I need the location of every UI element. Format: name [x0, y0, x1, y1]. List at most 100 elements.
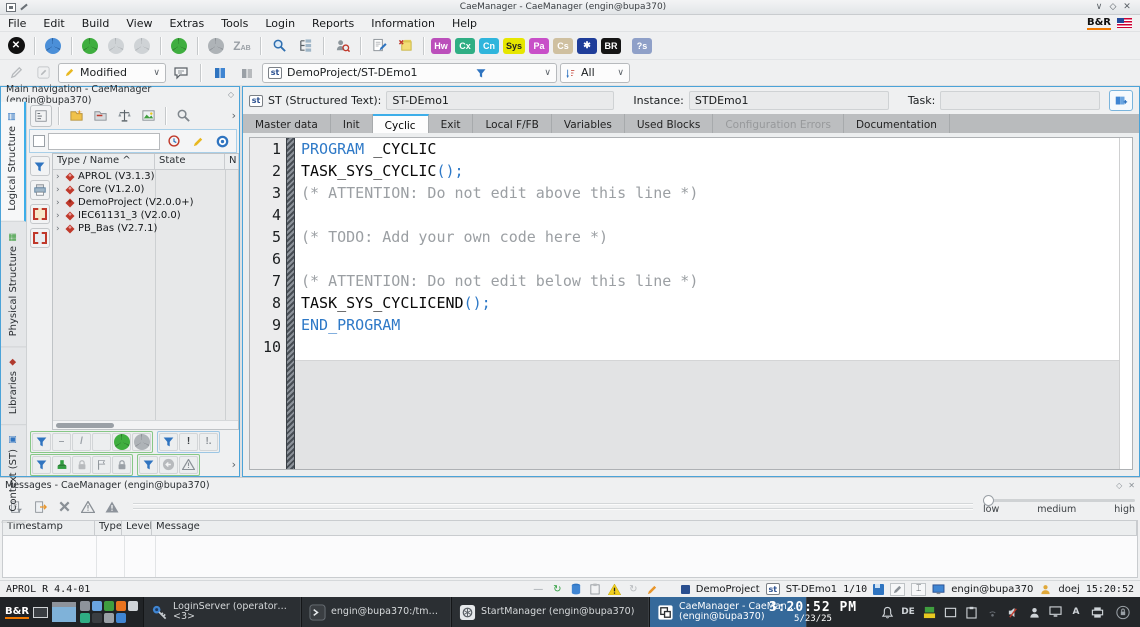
taskbar-button-loginserver-operator-bupa370[interactable]: LoginServer (operator@bupa370)<3> [143, 597, 301, 627]
module-badge-cs[interactable]: Cs [553, 38, 573, 54]
launcher-icon[interactable] [128, 601, 138, 611]
project-document-combo[interactable]: st DemoProject/ST-DEmo1 ∨ [262, 63, 557, 83]
menu-information[interactable]: Information [371, 17, 435, 30]
module-badge-br[interactable]: BR [601, 38, 621, 54]
brush-button[interactable] [890, 583, 905, 596]
taskbar-br-logo[interactable]: B&R [5, 606, 29, 619]
pie-green-icon[interactable] [78, 34, 102, 58]
comment-icon[interactable] [169, 61, 193, 85]
de-tray-icon[interactable]: DE [901, 605, 915, 619]
message-column-timestamp[interactable]: Timestamp [3, 521, 95, 535]
warning-icon[interactable] [608, 583, 621, 596]
trash-icon[interactable] [570, 583, 583, 596]
flag-filter-icon[interactable] [92, 456, 111, 474]
book-blue-icon[interactable] [208, 61, 232, 85]
pie-dark-filter-icon[interactable] [92, 433, 111, 451]
launcher-icon[interactable] [104, 613, 114, 623]
nav-tree-icon[interactable] [30, 105, 52, 127]
clipboard-icon[interactable] [589, 583, 602, 596]
message-column-message[interactable]: Message [152, 521, 1137, 535]
search-input[interactable] [48, 133, 160, 150]
dock-float-button[interactable]: ◇ [1116, 481, 1122, 490]
tree-column-type-name[interactable]: Type / Name ^ [53, 154, 155, 169]
a-tray-icon[interactable]: A [1069, 605, 1083, 619]
menu-login[interactable]: Login [265, 17, 295, 30]
tab-used-blocks[interactable]: Used Blocks [625, 114, 714, 133]
wifi-tray-icon[interactable] [985, 605, 999, 619]
toolbar-overflow-button[interactable]: › [232, 109, 236, 122]
tree-item-demoproject-v2-0-0[interactable]: ›DemoProject (V2.0.0+) [53, 196, 238, 209]
slash-filter-icon[interactable]: / [72, 433, 91, 451]
pie-green-filter-icon[interactable] [112, 433, 131, 451]
editor-vertical-scrollbar[interactable] [1119, 138, 1132, 469]
menu-file[interactable]: File [8, 17, 26, 30]
zoom-icon[interactable] [267, 34, 291, 58]
pie-gray-filter-icon[interactable] [132, 433, 151, 451]
warn-filled-icon[interactable] [101, 496, 123, 518]
expander-icon[interactable]: › [56, 224, 65, 234]
menu-tools[interactable]: Tools [221, 17, 248, 30]
launcher-icon[interactable] [80, 601, 90, 611]
minus-icon[interactable]: — [532, 583, 545, 596]
folder-new-icon[interactable] [65, 105, 87, 127]
sidebar-tab-libraries[interactable]: Libraries◆ [1, 347, 26, 425]
dock-close-button[interactable]: ✕ [1128, 481, 1135, 490]
menu-help[interactable]: Help [452, 17, 477, 30]
window-tray-icon[interactable] [943, 605, 957, 619]
sidebar-tab-physical-structure[interactable]: Physical Structure▦ [1, 222, 26, 347]
pie-green-2-icon[interactable] [167, 34, 191, 58]
ldap-tray-icon[interactable] [922, 605, 936, 619]
launcher-icon[interactable] [116, 613, 126, 623]
expander-icon[interactable]: › [56, 211, 65, 221]
minimize-button[interactable]: ∨ [1092, 2, 1106, 12]
close-button[interactable]: ✕ [1120, 2, 1134, 12]
module-badge-pa[interactable]: Pa [529, 38, 549, 54]
pie-disabled-v-icon[interactable] [130, 34, 154, 58]
module-badge-sys[interactable]: Sys [503, 38, 525, 54]
warn-filter-icon[interactable] [179, 456, 198, 474]
documentation-book-button[interactable] [1109, 90, 1133, 111]
status-document[interactable]: ST-DEmo1 [786, 584, 837, 595]
menu-extras[interactable]: Extras [169, 17, 204, 30]
tab-master-data[interactable]: Master data [243, 114, 331, 133]
slider-handle[interactable] [983, 495, 994, 506]
doc-edit-icon[interactable] [367, 34, 391, 58]
book-gray-icon[interactable] [235, 61, 259, 85]
clipboard-tray-icon[interactable] [964, 605, 978, 619]
dash-filter-icon[interactable]: – [52, 433, 71, 451]
cursor-mode-button[interactable]: ⌶ [911, 583, 926, 596]
tree-item-aprol-v3-1-3[interactable]: ›APROL (V3.1.3) [53, 170, 238, 183]
mute-tray-icon[interactable] [1006, 605, 1020, 619]
tree-item-core-v1-2-0[interactable]: ›Core (V1.2.0) [53, 183, 238, 196]
rail-filter-icon[interactable] [30, 156, 50, 176]
printer-tray-icon[interactable] [1090, 605, 1104, 619]
expander-icon[interactable]: › [56, 185, 65, 195]
bell-tray-icon[interactable] [880, 605, 894, 619]
tree-column-n[interactable]: N [225, 154, 239, 169]
module-badge-hw[interactable]: Hw [431, 38, 451, 54]
dock-float-button[interactable]: ◇ [228, 90, 234, 99]
tab-exit[interactable]: Exit [429, 114, 474, 133]
pencil-icon[interactable] [187, 130, 209, 152]
warn-outline-icon[interactable] [77, 496, 99, 518]
message-level-slider[interactable]: low medium high [983, 499, 1135, 515]
launcher-icon[interactable] [92, 613, 102, 623]
tree-horizontal-scrollbar[interactable] [53, 420, 238, 429]
code-editor[interactable]: 12345678910 PROGRAM _CYCLICTASK_SYS_CYCL… [249, 137, 1133, 470]
back-filter-icon[interactable] [159, 456, 178, 474]
note-icon[interactable] [393, 34, 417, 58]
funnel-filter-icon[interactable] [139, 456, 158, 474]
tree-column-state[interactable]: State [155, 154, 225, 169]
launcher-icon[interactable] [116, 601, 126, 611]
funnel-filter-icon[interactable] [32, 433, 51, 451]
message-column-type[interactable]: Type [95, 521, 122, 535]
rail-frame-icon[interactable] [30, 204, 50, 224]
modified-state-combo[interactable]: Modified ∨ [58, 63, 166, 83]
pie-blue-icon[interactable] [41, 34, 65, 58]
pencil-disabled2-icon[interactable] [31, 61, 55, 85]
user-tray-icon[interactable] [1027, 605, 1041, 619]
taskbar-button-startmanager-engin-bupa370[interactable]: StartManager (engin@bupa370) [451, 597, 649, 627]
code-area[interactable]: PROGRAM _CYCLICTASK_SYS_CYCLIC();(* ATTE… [295, 138, 1119, 360]
search-checkbox[interactable] [33, 135, 45, 147]
pie-disabled-icon[interactable] [104, 34, 128, 58]
